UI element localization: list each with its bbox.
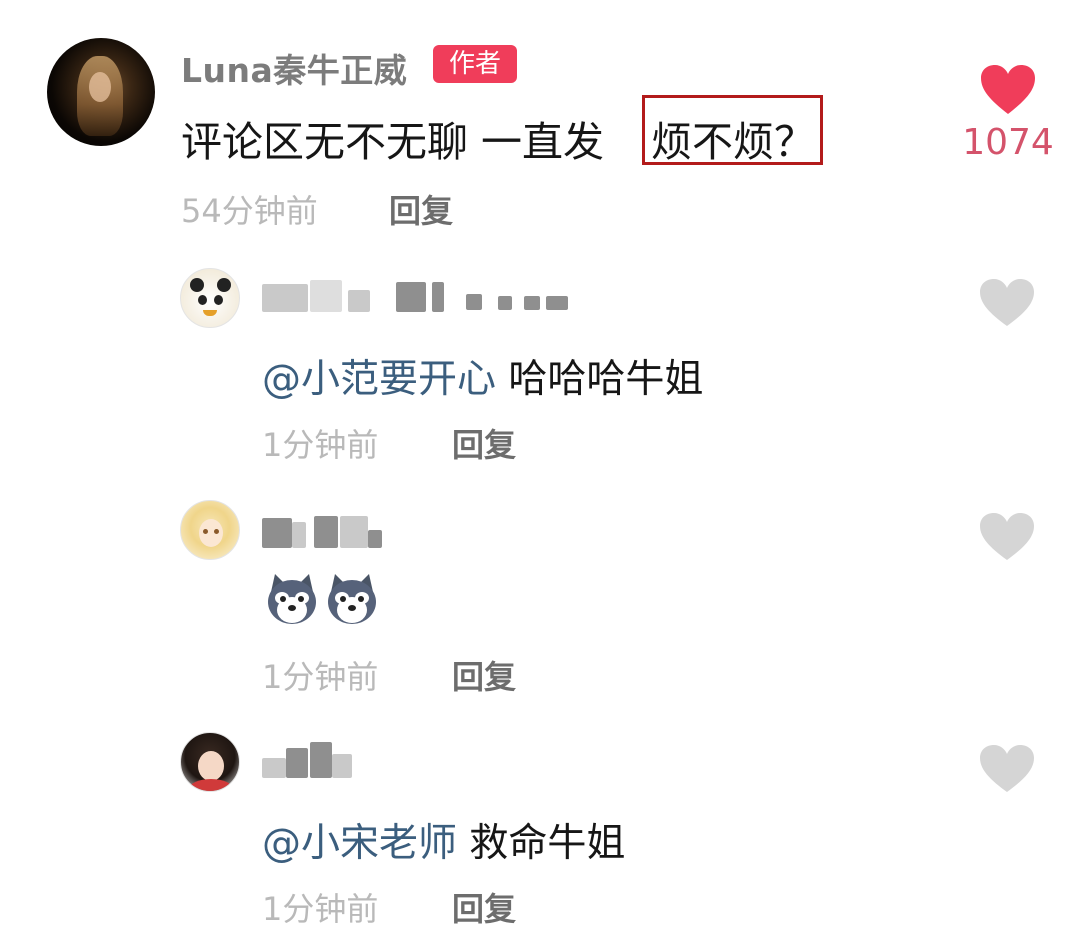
reply1-username-blurred[interactable]	[262, 278, 582, 314]
avatar-shirt	[189, 779, 233, 791]
avatar-ear	[190, 278, 204, 292]
avatar-eye	[198, 295, 207, 305]
reply1-time: 1分钟前	[262, 426, 379, 464]
reply3-avatar[interactable]	[180, 732, 240, 792]
like-count: 1074	[962, 122, 1054, 163]
avatar-ear	[217, 278, 231, 292]
reply2-avatar[interactable]	[180, 500, 240, 560]
reply1-text: @小范要开心 哈哈哈牛姐	[262, 348, 703, 404]
reply3-time: 1分钟前	[262, 890, 379, 928]
reply2-reply-button[interactable]: 回复	[452, 652, 516, 698]
main-comment-text: 评论区无不无聊 一直发	[181, 118, 605, 166]
main-comment-time: 54分钟前	[181, 192, 318, 230]
author-avatar[interactable]	[47, 38, 155, 146]
reply2-username-blurred[interactable]	[262, 512, 392, 552]
highlighted-text: 烦不烦？	[651, 118, 815, 166]
avatar-face	[198, 751, 224, 781]
avatar-mouth	[203, 310, 217, 316]
avatar-face	[89, 72, 111, 102]
author-badge: 作者	[433, 45, 517, 83]
avatar-eye	[214, 295, 223, 305]
avatar-eye	[203, 529, 208, 534]
author-username[interactable]: Luna秦牛正威	[181, 44, 407, 92]
reply3-username-blurred[interactable]	[262, 742, 362, 782]
reply2-like-heart-icon[interactable]	[979, 512, 1035, 562]
reply1-reply-button[interactable]: 回复	[452, 420, 516, 466]
reply3-body: 救命牛姐	[469, 821, 626, 866]
reply1-like-heart-icon[interactable]	[979, 278, 1035, 328]
doge-emoji-icon	[328, 574, 376, 624]
reply1-body: 哈哈哈牛姐	[508, 357, 704, 402]
reply2-time: 1分钟前	[262, 658, 379, 696]
reply3-reply-button[interactable]: 回复	[452, 884, 516, 930]
reply3-mention[interactable]: @小宋老师	[262, 821, 457, 866]
main-reply-button[interactable]: 回复	[389, 186, 453, 232]
reply1-avatar[interactable]	[180, 268, 240, 328]
avatar-eye	[214, 529, 219, 534]
reply3-like-heart-icon[interactable]	[979, 744, 1035, 794]
like-heart-icon[interactable]	[980, 64, 1036, 116]
reply1-mention[interactable]: @小范要开心	[262, 357, 496, 402]
doge-emoji-icon	[268, 574, 316, 624]
reply3-text: @小宋老师 救命牛姐	[262, 812, 625, 868]
